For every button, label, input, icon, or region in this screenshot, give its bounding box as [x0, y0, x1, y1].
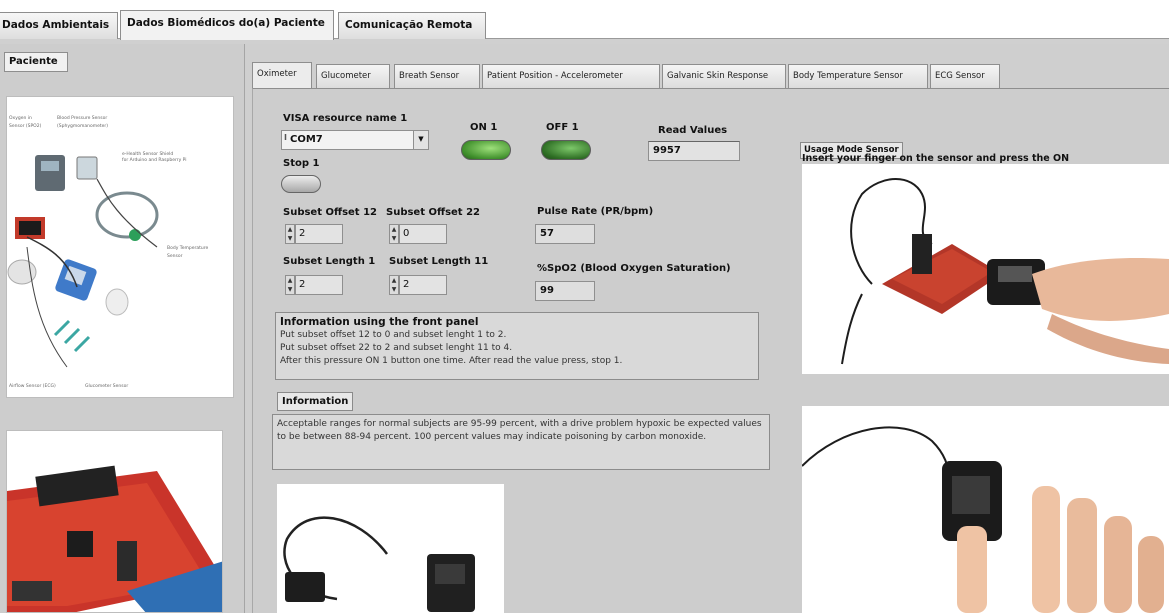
front-panel-info-line: Put subset offset 12 to 0 and subset len… — [280, 330, 507, 340]
diagram-label: Body Temperature — [167, 245, 209, 251]
pulse-rate-display: 57 — [535, 224, 595, 244]
visa-resource-select[interactable]: I COM7 ▼ — [281, 130, 429, 150]
subset-length-1-control[interactable]: ▲ ▼ 2 — [285, 275, 343, 295]
subset-length-1-value[interactable]: 2 — [295, 275, 343, 295]
off-label: OFF 1 — [546, 122, 579, 133]
spo2-display: 99 — [535, 281, 595, 301]
ehealth-kit-illustration: Oxygen in Blood Pressure Sensor Sensor (… — [7, 115, 209, 389]
tab-ecg-sensor[interactable]: ECG Sensor — [930, 64, 1000, 88]
front-panel-info-line: After this pressure ON 1 button one time… — [280, 356, 623, 366]
usage-instruction: Insert your finger on the sensor and pre… — [802, 153, 1070, 164]
on-button[interactable] — [461, 140, 511, 160]
subset-offset-22-label: Subset Offset 22 — [386, 207, 480, 218]
stop-label: Stop 1 — [283, 158, 320, 169]
tab-dados-biomedicos[interactable]: Dados Biomédicos do(a) Paciente — [120, 10, 334, 40]
chevron-down-icon[interactable]: ▼ — [413, 131, 428, 149]
front-panel-info-title: Information using the front panel — [280, 316, 479, 328]
diagram-label: Glucometer Sensor — [85, 383, 128, 389]
tab-galvanic-skin-response[interactable]: Galvanic Skin Response — [662, 64, 786, 88]
stepper-arrows-icon[interactable]: ▲ ▼ — [285, 224, 295, 244]
oximeter-device-illustration — [283, 516, 475, 612]
read-values-display: 9957 — [648, 141, 740, 161]
front-panel-info-box: Information using the front panel Put su… — [275, 312, 759, 380]
tab-comunicacao-remota[interactable]: Comunicação Remota — [338, 12, 486, 39]
information-box: Acceptable ranges for normal subjects ar… — [272, 414, 770, 470]
diagram-label: Airflow Sensor (ECG) — [9, 383, 56, 389]
visa-label: VISA resource name 1 — [283, 113, 408, 124]
finger-sensor-illustration — [841, 178, 1169, 365]
front-panel-info-line: Put subset offset 22 to 2 and subset len… — [280, 343, 513, 353]
subset-length-11-value[interactable]: 2 — [399, 275, 447, 295]
visa-value: COM7 — [290, 134, 323, 145]
subset-offset-22-control[interactable]: ▲ ▼ 0 — [389, 224, 447, 244]
tab-dados-ambientais[interactable]: Dados Ambientais — [0, 12, 118, 39]
off-button[interactable] — [541, 140, 591, 160]
stepper-arrows-icon[interactable]: ▲ ▼ — [285, 275, 295, 295]
subset-length-11-control[interactable]: ▲ ▼ 2 — [389, 275, 447, 295]
subset-offset-12-control[interactable]: ▲ ▼ 2 — [285, 224, 343, 244]
spo2-label: %SpO2 (Blood Oxygen Saturation) — [537, 263, 731, 274]
tab-glucometer[interactable]: Glucometer — [316, 64, 390, 88]
stepper-arrows-icon[interactable]: ▲ ▼ — [389, 224, 399, 244]
diagram-label: (Sphygmomanometer) — [57, 123, 108, 129]
stepper-arrows-icon[interactable]: ▲ ▼ — [389, 275, 399, 295]
finger-sensor-photo — [802, 164, 1169, 374]
tab-oximeter[interactable]: Oximeter — [252, 62, 312, 89]
diagram-label: Oxygen in — [9, 115, 32, 121]
diagram-label: Sensor — [167, 253, 183, 259]
tab-breath-sensor[interactable]: Breath Sensor — [394, 64, 480, 88]
subset-length-1-label: Subset Length 1 — [283, 256, 376, 267]
diagram-label: Sensor (SPO2) — [9, 123, 42, 129]
diagram-label: Blood Pressure Sensor — [57, 115, 107, 121]
tab-patient-position[interactable]: Patient Position - Accelerometer — [482, 64, 660, 88]
ehealth-kit-image: Oxygen in Blood Pressure Sensor Sensor (… — [6, 96, 234, 398]
stop-button[interactable] — [281, 175, 321, 193]
tab-body-temperature[interactable]: Body Temperature Sensor — [788, 64, 928, 88]
subset-offset-12-label: Subset Offset 12 — [283, 207, 377, 218]
visa-icon: I — [284, 133, 287, 142]
arduino-board-image — [6, 430, 223, 613]
read-values-label: Read Values — [658, 125, 728, 136]
tab-paciente[interactable]: Paciente — [4, 52, 68, 72]
subset-offset-22-value[interactable]: 0 — [399, 224, 447, 244]
diagram-label: e-Health Sensor Shield — [122, 151, 173, 157]
pulse-rate-label: Pulse Rate (PR/bpm) — [537, 206, 654, 217]
board-illustration — [7, 465, 222, 612]
information-label: Information — [277, 392, 354, 411]
oximeter-on-finger-illustration — [802, 426, 1164, 613]
on-label: ON 1 — [470, 122, 498, 133]
top-tab-bar: Dados Ambientais Dados Biomédicos do(a) … — [0, 0, 1169, 44]
subset-offset-12-value[interactable]: 2 — [295, 224, 343, 244]
information-text: Acceptable ranges for normal subjects ar… — [277, 419, 762, 442]
oximeter-on-finger-photo — [802, 406, 1169, 613]
oximeter-device-photo — [277, 484, 504, 613]
diagram-label: for Arduino and Raspberry Pi — [122, 157, 187, 163]
subset-length-11-label: Subset Length 11 — [389, 256, 489, 267]
